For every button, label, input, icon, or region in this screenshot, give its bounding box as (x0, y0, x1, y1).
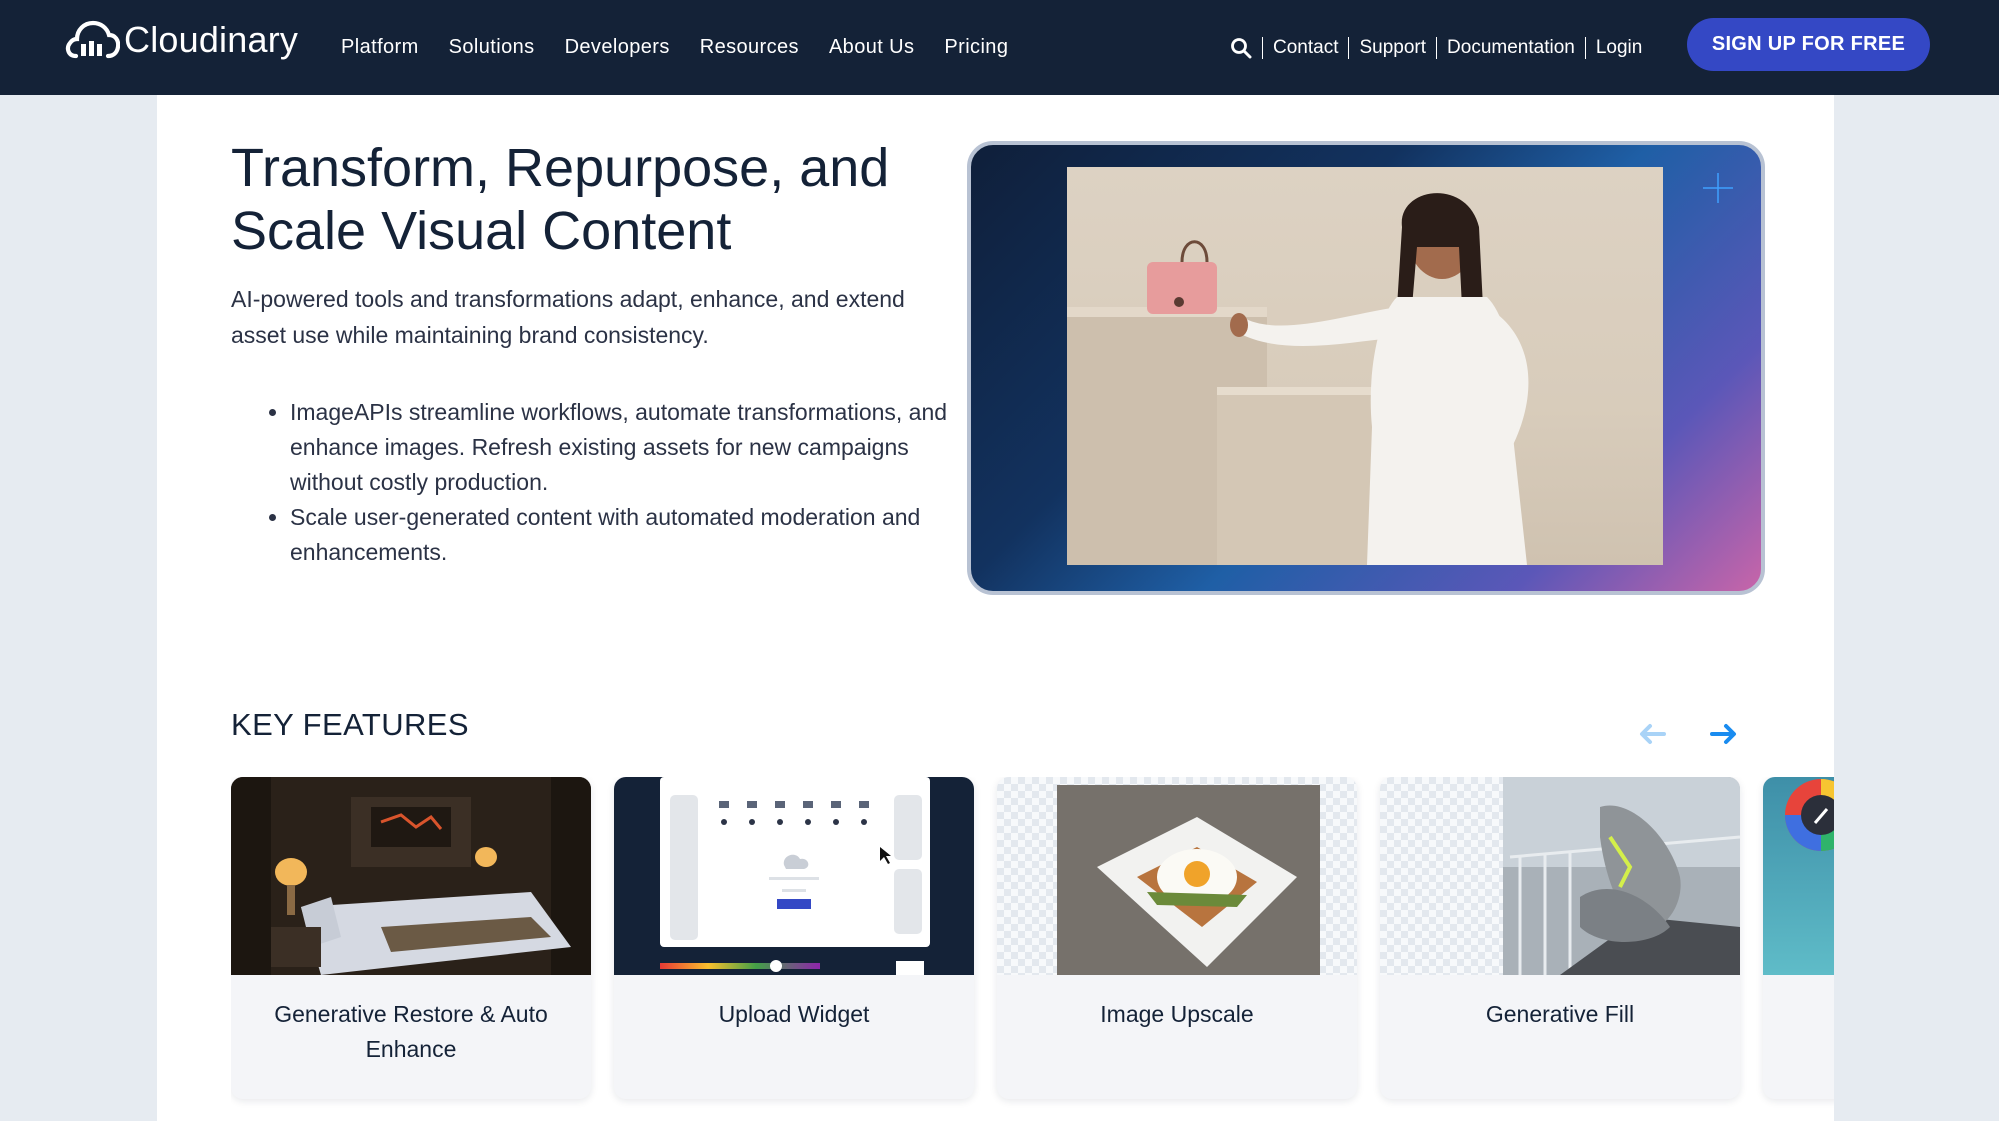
bedroom-image (231, 777, 591, 975)
arrow-left-icon[interactable] (1638, 723, 1666, 745)
feature-card-generative-restore[interactable]: Generative Restore & Auto Enhance (231, 777, 591, 1099)
color-wheel-image (1763, 777, 1834, 975)
feature-card-image-upscale[interactable]: Image Upscale (997, 777, 1357, 1099)
arrow-right-icon[interactable] (1710, 723, 1738, 745)
signup-button[interactable]: SIGN UP FOR FREE (1687, 18, 1930, 71)
contact-link[interactable]: Contact (1262, 36, 1348, 59)
card-label: Image Upscale (1100, 1001, 1254, 1027)
sparkle-icon (1703, 173, 1733, 203)
support-link[interactable]: Support (1348, 36, 1436, 59)
hero-title: Transform, Repurpose, and Scale Visual C… (231, 138, 890, 261)
documentation-link[interactable]: Documentation (1436, 36, 1585, 59)
hero-bullets: ImageAPIs streamline workflows, automate… (231, 395, 980, 570)
woman-photo-illustration (1067, 193, 1529, 565)
cloud-logo-icon (65, 20, 120, 59)
menu-item-resources[interactable]: Resources (700, 36, 799, 59)
hero-subtitle: AI-powered tools and transformations ada… (231, 286, 905, 348)
menu-item-solutions[interactable]: Solutions (449, 36, 535, 59)
card-label: Generative Fill (1485, 1001, 1635, 1027)
feature-card-generative-fill[interactable]: Generative Fill (1380, 777, 1740, 1099)
card-label: Generative Restore & Auto Enhance (274, 1001, 548, 1062)
menu-item-pricing[interactable]: Pricing (944, 36, 1008, 59)
search-icon[interactable] (1230, 37, 1252, 59)
main-menu: Platform Solutions Developers Resources … (341, 0, 1038, 95)
upload-widget-image (614, 777, 974, 975)
image-upscale-image (997, 777, 1357, 975)
main-content: Transform, Repurpose, and Scale Visual C… (157, 95, 1834, 1121)
top-nav: Cloudinary Platform Solutions Developers… (0, 0, 1999, 95)
feature-card-partial[interactable] (1763, 777, 1834, 1099)
feature-carousel: Generative Restore & Auto Enhance Upload… (231, 777, 1834, 1121)
utility-links: Contact Support Documentation Login (1230, 0, 1652, 95)
login-link[interactable]: Login (1584, 36, 1653, 59)
menu-item-developers[interactable]: Developers (565, 36, 670, 59)
logo[interactable]: Cloudinary (64, 18, 298, 62)
generative-fill-image (1380, 777, 1740, 975)
hero-bullet: ImageAPIs streamline workflows, automate… (290, 395, 980, 500)
hero-photo (1067, 167, 1663, 565)
key-features-title: KEY FEATURES (231, 707, 469, 742)
hero-image-frame (967, 141, 1765, 595)
menu-item-about-us[interactable]: About Us (829, 36, 914, 59)
logo-text: Cloudinary (124, 19, 299, 60)
hero-bullet: Scale user-generated content with automa… (290, 500, 980, 570)
feature-card-upload-widget[interactable]: Upload Widget (614, 777, 974, 1099)
menu-item-platform[interactable]: Platform (341, 36, 419, 59)
card-label: Upload Widget (718, 1001, 870, 1027)
